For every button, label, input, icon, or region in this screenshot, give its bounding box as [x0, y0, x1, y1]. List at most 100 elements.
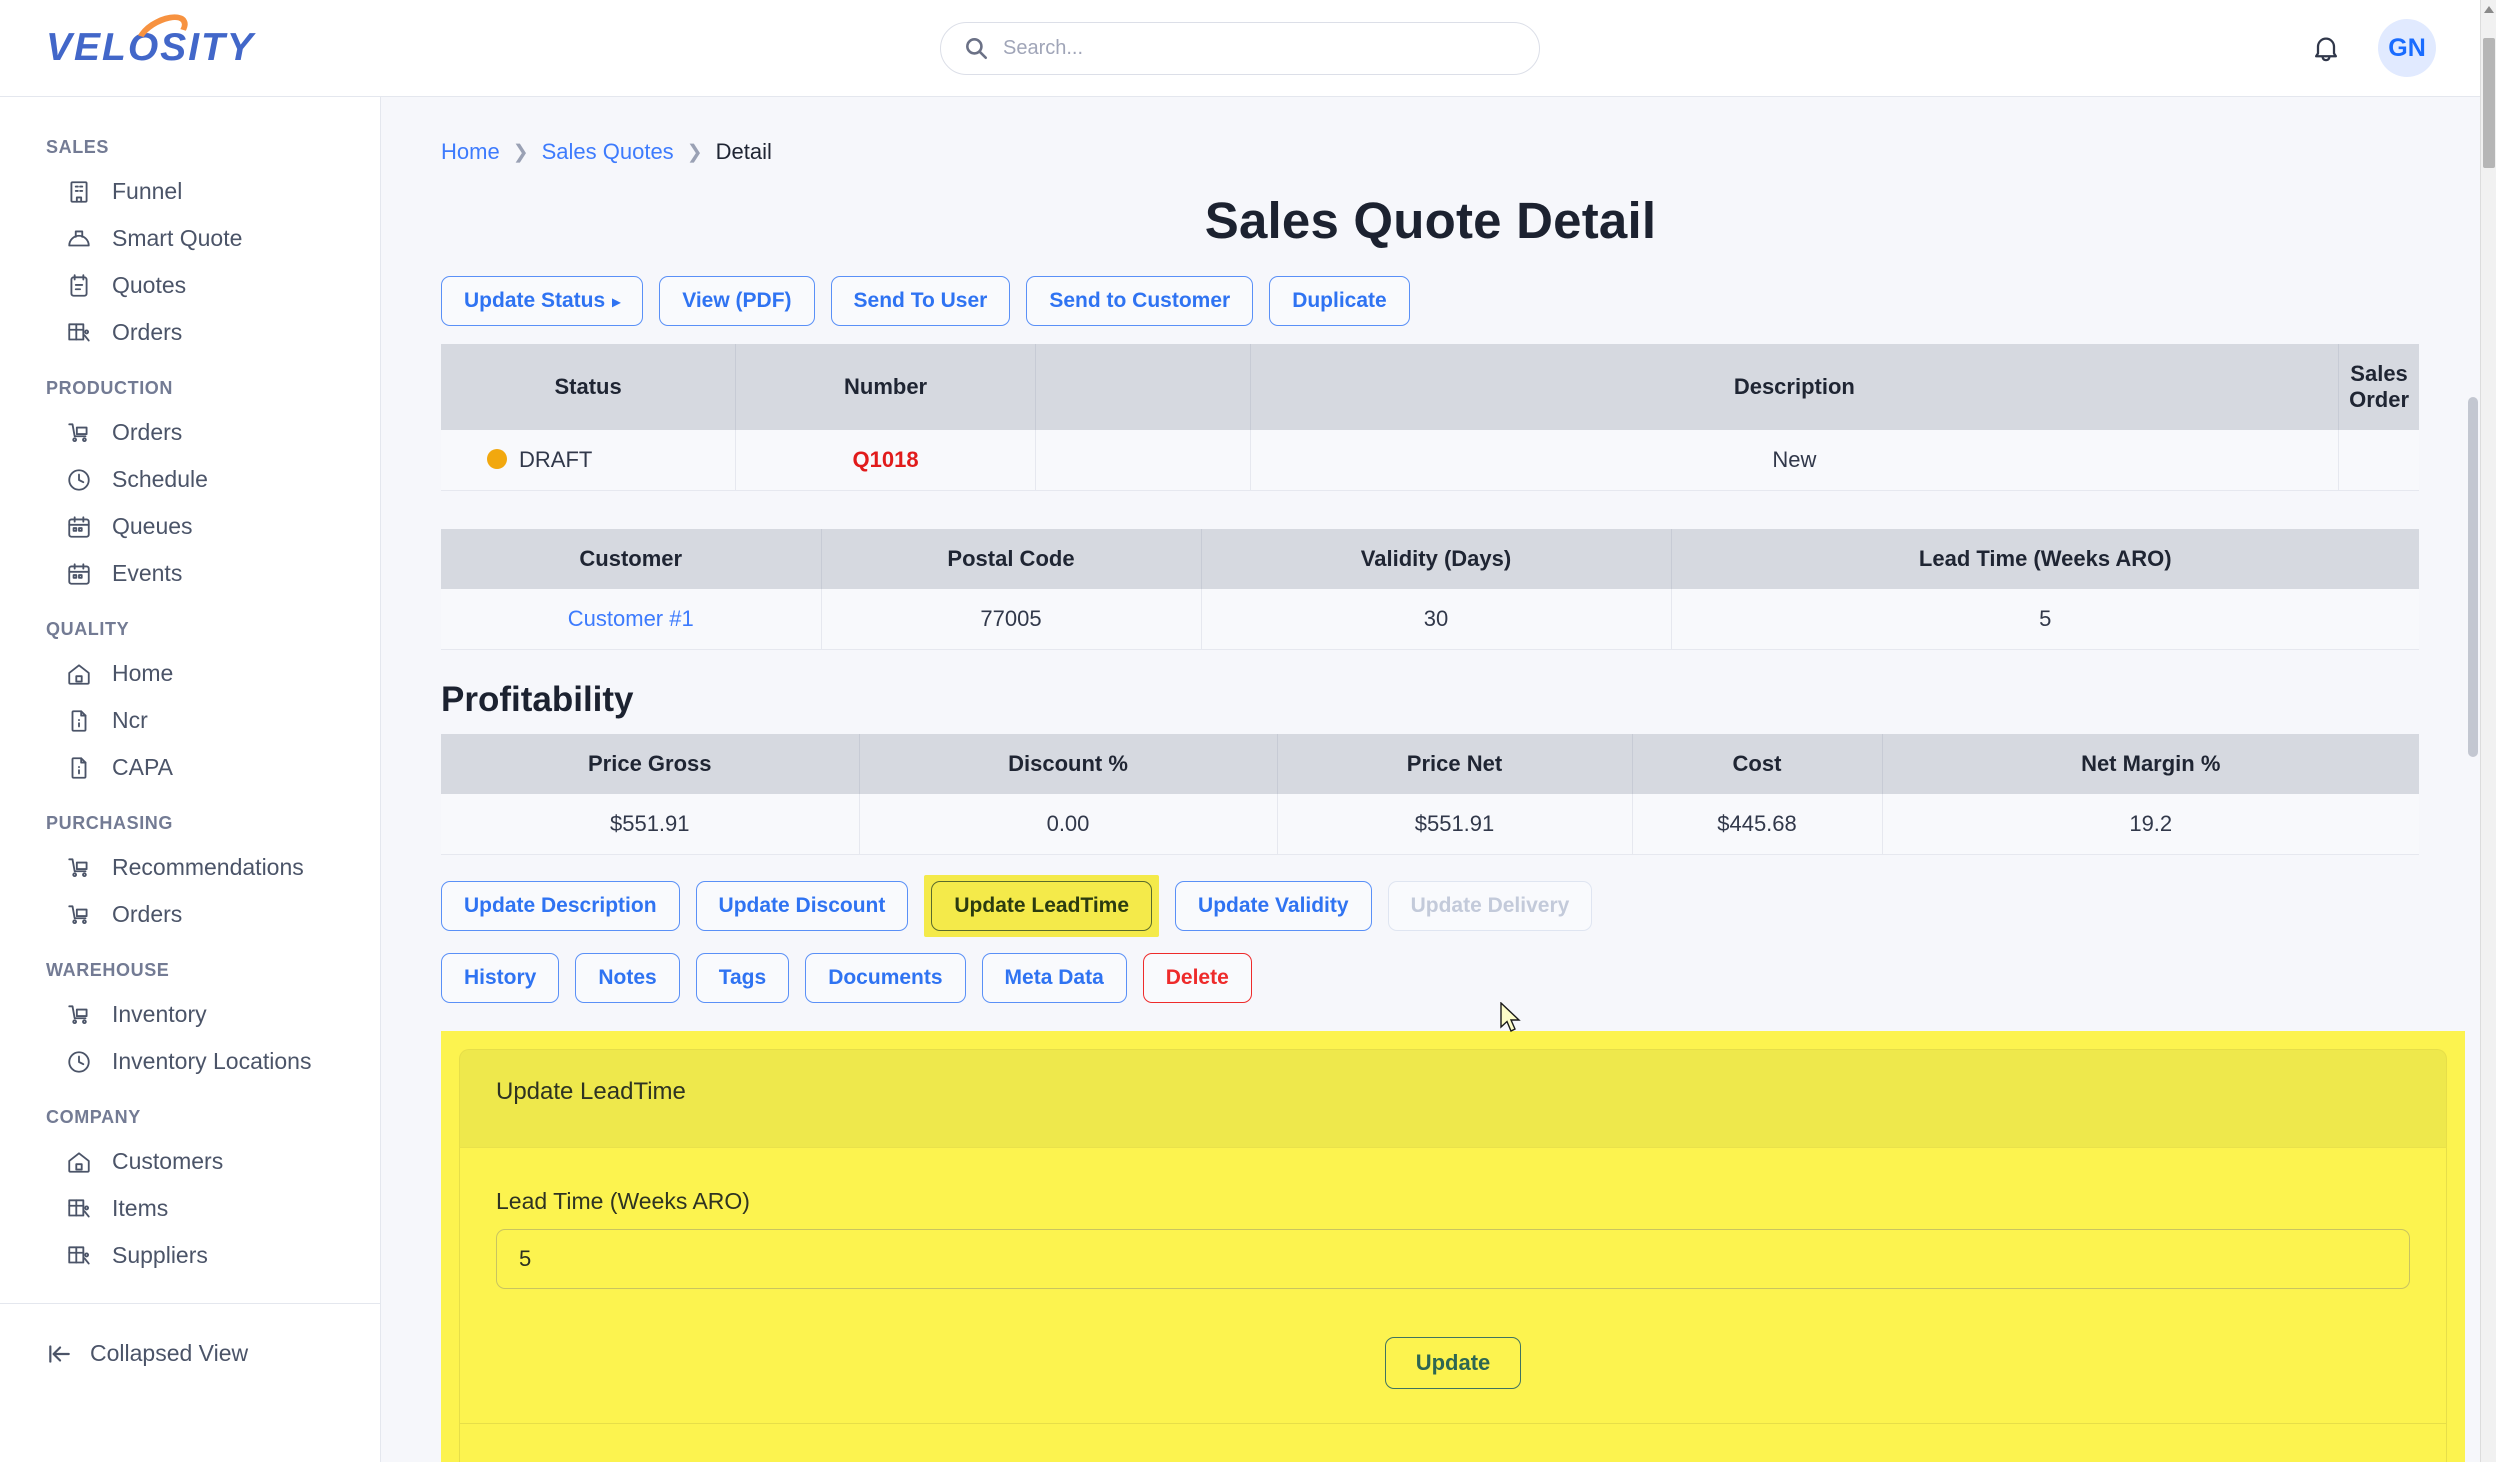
send-to-customer-button[interactable]: Send to Customer [1026, 276, 1254, 326]
table-cell: New [1250, 430, 2340, 491]
table-cell: $445.68 [1632, 794, 1883, 855]
search-input[interactable]: Search... [940, 21, 1540, 75]
sidebar-item-quotes[interactable]: Quotes [0, 262, 380, 309]
column-header: Net Margin % [1882, 734, 2419, 794]
sidebar-item-smart-quote[interactable]: Smart Quote [0, 215, 380, 262]
button-label: Update Delivery [1410, 894, 1570, 917]
delete-button[interactable]: Delete [1142, 953, 1252, 1003]
search-icon [966, 38, 988, 60]
meta-data-button[interactable]: Meta Data [981, 953, 1127, 1003]
sidebar-item-inventory-locations[interactable]: Inventory Locations [0, 1038, 380, 1085]
collapse-view-button[interactable]: Collapsed View [0, 1304, 380, 1367]
building-icon [70, 180, 88, 203]
lead-time-input[interactable] [496, 1229, 2410, 1289]
breadcrumb-home[interactable]: Home [441, 139, 500, 165]
clock-icon [68, 1050, 90, 1073]
button-label: Duplicate [1292, 289, 1387, 312]
button-label: Update LeadTime [954, 894, 1130, 917]
update-leadtime-title: Update LeadTime [496, 1078, 686, 1105]
sidebar-item-recommendations[interactable]: Recommendations [0, 844, 380, 891]
sidebar-item-capa[interactable]: CAPA [0, 744, 380, 791]
sidebar-item-items[interactable]: Items [0, 1185, 380, 1232]
scroll-up-arrow-icon[interactable] [2484, 6, 2494, 13]
column-header: Cost [1632, 734, 1883, 794]
cost-value: $445.68 [1717, 811, 1797, 836]
sidebar-item-events[interactable]: Events [0, 550, 380, 597]
sidebar-item-label: Orders [112, 901, 183, 927]
table-header-row: Price Gross Discount % Price Net Cost Net Ma… [441, 734, 2419, 794]
sidebar-item-schedule[interactable]: Schedule [0, 456, 380, 503]
cart-icon [68, 422, 88, 442]
breadcrumb-separator-icon: ❯ [686, 141, 703, 163]
update-description-button[interactable]: Update Description [441, 881, 680, 931]
duplicate-button[interactable]: Duplicate [1269, 276, 1410, 326]
table-row: DRAFT Q1018 New [441, 430, 2419, 491]
sidebar-item-funnel[interactable]: Funnel [0, 168, 380, 215]
column-header: Discount % [859, 734, 1278, 794]
notification-bell-icon[interactable] [2310, 31, 2342, 65]
update-validity-button[interactable]: Update Validity [1175, 881, 1372, 931]
documents-button[interactable]: Documents [805, 953, 966, 1003]
secondary-action-bar: History Notes Tags Documents Meta Data Delete [381, 953, 2480, 1003]
sidebar-item-customers[interactable]: Customers [0, 1138, 380, 1185]
update-leadtime-button[interactable]: Update LeadTime [931, 881, 1153, 931]
avatar-initials: GN [2388, 33, 2426, 62]
sidebar-item-queues[interactable]: Queues [0, 503, 380, 550]
table-header-row: Status Number Description Sales Order [441, 344, 2419, 430]
update-discount-button[interactable]: Update Discount [695, 881, 909, 931]
column-header: Lead Time (Weeks ARO) [1671, 529, 2419, 589]
sidebar-item-home[interactable]: Home [0, 650, 380, 697]
sidebar: SALES Funnel Smart Quote Quotes Orders PRODUC… [0, 97, 381, 1462]
collapse-view-label: Collapsed View [90, 1340, 249, 1366]
button-label: Update Validity [1198, 894, 1349, 917]
net-margin-pct-value: 19.2 [2129, 811, 2173, 836]
submit-update-button[interactable]: Update [1384, 1337, 1522, 1389]
table-cell: 30 [1201, 589, 1672, 650]
sidebar-item-label: Ncr [112, 707, 148, 733]
table-cell: 77005 [821, 589, 1202, 650]
window-scrollbar-thumb[interactable] [2483, 38, 2495, 168]
hardhat-icon [68, 229, 90, 246]
update-delivery-button: Update Delivery [1387, 881, 1593, 931]
window-scrollbar[interactable] [2480, 0, 2496, 1462]
sidebar-item-label: Orders [112, 419, 183, 445]
grid-icon [68, 1245, 90, 1265]
clock-icon [68, 468, 90, 491]
table-cell: Customer #1 [441, 589, 822, 650]
sidebar-item-orders[interactable]: Orders [0, 891, 380, 938]
sidebar-item-inventory[interactable]: Inventory [0, 991, 380, 1038]
sidebar-item-label: Recommendations [112, 854, 304, 880]
history-button[interactable]: History [441, 953, 560, 1003]
cart-icon [68, 857, 88, 877]
app-logo[interactable]: VELOSITY [0, 6, 380, 70]
tags-button[interactable]: Tags [695, 953, 790, 1003]
update-status-button[interactable]: Update Status ▸ [441, 276, 644, 326]
notes-button[interactable]: Notes [575, 953, 680, 1003]
discount-pct-value: 0.00 [1046, 811, 1090, 836]
sidebar-group-title-sales: SALES [46, 137, 110, 157]
breadcrumb-current: Detail [715, 139, 772, 164]
view-pdf--button[interactable]: View (PDF) [659, 276, 815, 326]
customer-link[interactable]: Customer #1 [568, 606, 694, 631]
status-table: Status Number Description Sales Order DRAFT Q… [441, 344, 2419, 491]
content-scrollbar[interactable] [2466, 97, 2480, 1462]
send-to-user-button[interactable]: Send To User [830, 276, 1011, 326]
avatar[interactable]: GN [2378, 19, 2436, 77]
column-header: Price Gross [441, 734, 860, 794]
sidebar-item-ncr[interactable]: Ncr [0, 697, 380, 744]
sidebar-item-orders[interactable]: Orders [0, 309, 380, 356]
button-label: Update Description [464, 894, 657, 917]
update-leadtime-card-body: Lead Time (Weeks ARO) Update [459, 1147, 2447, 1424]
sidebar-group-title-production: PRODUCTION [46, 378, 173, 398]
sidebar-item-suppliers[interactable]: Suppliers [0, 1232, 380, 1279]
sidebar-item-orders[interactable]: Orders [0, 409, 380, 456]
button-label: Update Status [464, 289, 606, 312]
document-icon [71, 756, 87, 779]
breadcrumb-sales-quotes[interactable]: Sales Quotes [542, 139, 674, 165]
quote-number: Q1018 [852, 447, 919, 472]
update-leadtime-panel: Update LeadTime Lead Time (Weeks ARO) Up… [441, 1031, 2465, 1462]
sidebar-item-label: Queues [112, 513, 193, 539]
postal-code-value: 77005 [980, 606, 1042, 631]
content-scrollbar-thumb[interactable] [2468, 397, 2478, 757]
table-cell: $551.91 [1277, 794, 1633, 855]
